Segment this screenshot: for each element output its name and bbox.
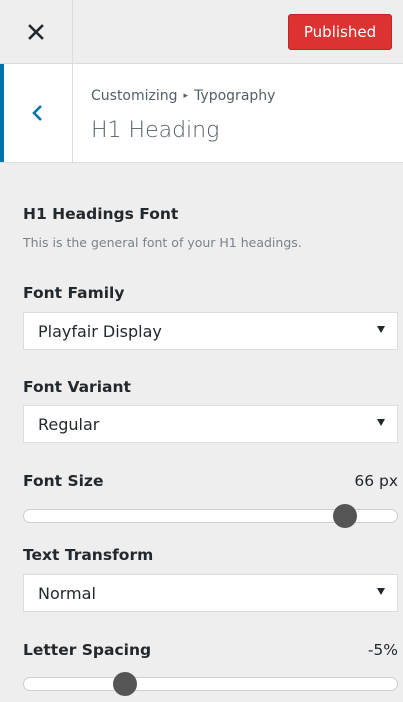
dropdown-arrow-icon: [377, 588, 385, 595]
font-family-select[interactable]: Playfair Display: [23, 312, 398, 350]
section-title: H1 Heading: [91, 118, 220, 143]
letter-spacing-slider[interactable]: [23, 672, 398, 696]
section-header: Customizing ▸ Typography H1 Heading: [0, 64, 403, 163]
dropdown-arrow-icon: [377, 419, 385, 426]
breadcrumb: Customizing ▸ Typography: [91, 88, 275, 104]
breadcrumb-root: Customizing: [91, 88, 178, 104]
chevron-left-icon: [32, 105, 42, 121]
breadcrumb-current: Typography: [194, 88, 276, 104]
back-button[interactable]: [0, 64, 73, 162]
font-variant-select[interactable]: Regular: [23, 405, 398, 443]
font-family-value: Playfair Display: [38, 322, 162, 341]
font-variant-label: Font Variant: [23, 378, 131, 396]
close-button[interactable]: [0, 0, 73, 64]
text-transform-value: Normal: [38, 584, 96, 603]
dropdown-arrow-icon: [377, 326, 385, 333]
slider-thumb[interactable]: [112, 672, 137, 696]
customizer-topbar: Published: [0, 0, 403, 64]
letter-spacing-readout: -5%: [367, 641, 398, 659]
group-description: This is the general font of your H1 head…: [23, 235, 302, 250]
text-transform-label: Text Transform: [23, 546, 154, 564]
text-transform-select[interactable]: Normal: [23, 574, 398, 612]
font-size-readout: 66 px: [354, 472, 398, 490]
close-icon: [28, 24, 44, 40]
breadcrumb-separator: ▸: [183, 91, 189, 101]
font-size-slider[interactable]: [23, 504, 398, 528]
group-title: H1 Headings Font: [23, 205, 179, 223]
publish-button[interactable]: Published: [288, 14, 392, 50]
font-family-label: Font Family: [23, 284, 125, 302]
font-variant-value: Regular: [38, 415, 100, 434]
letter-spacing-label: Letter Spacing: [23, 641, 152, 659]
slider-thumb[interactable]: [332, 504, 357, 528]
font-size-label: Font Size: [23, 472, 104, 490]
